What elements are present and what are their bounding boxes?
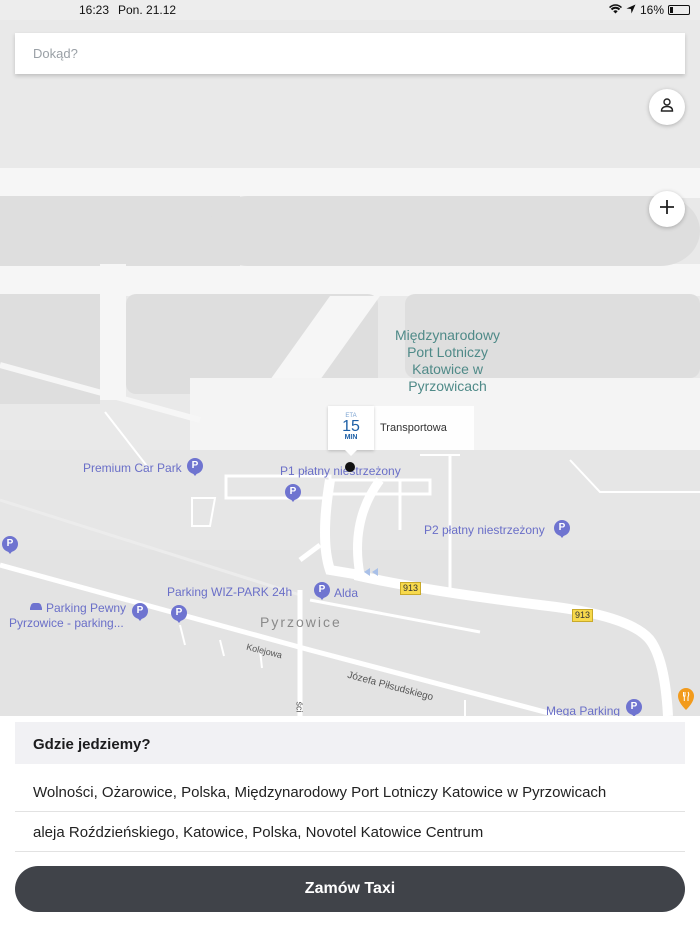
pickup-location-dot — [345, 462, 355, 472]
parking-pin-icon[interactable]: P — [285, 484, 301, 502]
eta-unit: MIN — [344, 434, 358, 441]
airport-label-line: Międzynarodowy — [395, 327, 501, 343]
airport-label-line: Pyrzowicach — [408, 378, 487, 394]
status-time: 16:23 — [79, 3, 110, 17]
destination-search[interactable] — [15, 33, 685, 74]
parking-pin-icon[interactable]: P — [132, 603, 148, 621]
pickup-street-label: Transportowa — [374, 406, 474, 450]
status-date: Pon. 21.12 — [118, 3, 177, 17]
parking-pin-icon[interactable]: P — [187, 458, 203, 476]
airport-label: Międzynarodowy Port Lotniczy Katowice w … — [395, 327, 500, 395]
status-right: 16% — [608, 3, 690, 17]
parking-pin-icon[interactable]: P — [626, 699, 642, 716]
eta-value: 15 — [342, 418, 360, 435]
poi-label[interactable]: P2 płatny niestrzeżony — [424, 523, 545, 537]
parking-pin-icon[interactable]: P — [171, 605, 187, 623]
map-view[interactable]: Międzynarodowy Port Lotniczy Katowice w … — [0, 0, 700, 716]
airport-label-line: Katowice w — [412, 361, 483, 377]
parking-pin-icon[interactable]: P — [554, 520, 570, 538]
airport-label-line: Port Lotniczy — [407, 344, 488, 360]
road-number-badge: 913 — [572, 609, 594, 622]
location-arrow-icon — [626, 3, 636, 17]
locate-button[interactable] — [649, 191, 685, 227]
profile-button[interactable] — [649, 89, 685, 125]
battery-icon — [668, 5, 690, 15]
person-icon — [659, 97, 675, 118]
poi-label[interactable]: Parking Pewny Pyrzowice - parking... — [9, 601, 131, 631]
parking-pin-icon[interactable]: P — [314, 582, 330, 600]
street-label: ści — [294, 701, 305, 713]
status-bar: 16:23 Pon. 21.12 16% — [0, 0, 700, 20]
order-taxi-button[interactable]: Zamów Taxi — [15, 866, 685, 912]
parking-pin-icon[interactable]: P — [2, 536, 18, 554]
road-number-badge: 913 — [400, 582, 422, 595]
poi-label[interactable]: Mega Parking — [546, 704, 620, 716]
poi-label[interactable]: P1 płatny niestrzeżony — [280, 464, 401, 478]
battery-percent: 16% — [639, 3, 664, 17]
sheet-title: Gdzie jedziemy? — [15, 722, 685, 764]
destination-sheet: Gdzie jedziemy? Wolności, Ożarowice, Pol… — [0, 716, 700, 934]
poi-label[interactable]: Alda — [334, 586, 358, 600]
poi-label[interactable]: Parking WIZ-PARK 24h — [167, 585, 292, 599]
town-label: Pyrzowice — [260, 614, 342, 630]
crosshair-icon — [659, 199, 675, 220]
suggestion-item[interactable]: Wolności, Ożarowice, Polska, Międzynarod… — [15, 772, 685, 812]
wifi-icon — [608, 3, 622, 17]
destination-input[interactable] — [15, 33, 685, 74]
suggestion-item[interactable]: aleja Roździeńskiego, Katowice, Polska, … — [15, 812, 685, 852]
poi-label[interactable]: Premium Car Park — [83, 461, 182, 475]
eta-marker[interactable]: ETA 15 MIN — [328, 406, 374, 456]
